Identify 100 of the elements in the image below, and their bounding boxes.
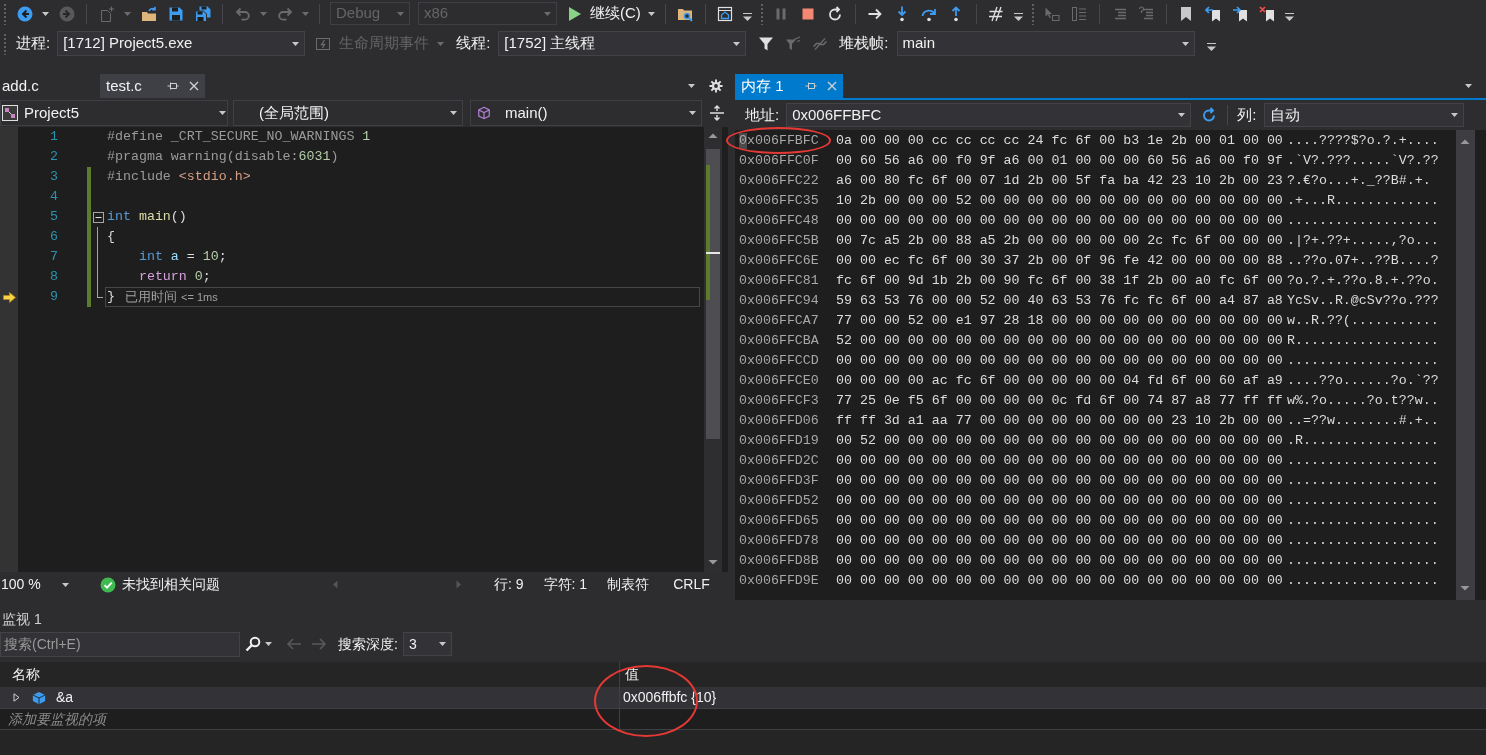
close-icon[interactable] [189, 81, 199, 91]
toolbar-options-icon[interactable] [743, 12, 753, 21]
settings-icon[interactable] [709, 79, 723, 93]
toolbar-options-icon[interactable] [1207, 42, 1216, 51]
caret-icon [437, 41, 445, 46]
indent-indicator[interactable]: 制表符 [607, 574, 650, 595]
caret-icon[interactable] [265, 642, 272, 646]
thread-dropdown[interactable]: [1752] 主线程 [498, 31, 747, 56]
memory-ascii: w%.?o.....?o.t??w.. [1287, 392, 1439, 411]
memory-ascii: ....????$?o.?.+.... [1287, 132, 1439, 151]
memory-address: 0x006FFC48 [739, 212, 820, 231]
panel-title: 监视 1 [2, 609, 42, 629]
scroll-down-icon[interactable] [1460, 585, 1470, 592]
line-number: 2 [49, 148, 58, 166]
memory-address: 0x006FFC94 [739, 292, 820, 311]
memory-ascii: .|?+.??+.....,?o... [1287, 232, 1439, 251]
cube-icon [32, 690, 46, 705]
memory-ascii: ?o.?.+.??o.8.+.??o. [1287, 272, 1439, 291]
code-line: #pragma warning(disable:6031) [107, 148, 339, 166]
line-number: 1 [49, 128, 58, 146]
collapse-icon[interactable] [92, 211, 104, 223]
code-line: int a = 10; [137, 248, 227, 266]
stack-frame-dropdown[interactable]: main [896, 31, 1195, 56]
memory-address: 0x006FFD2C [739, 452, 820, 471]
caret-icon[interactable] [1465, 84, 1472, 88]
column-header[interactable]: 名称 [12, 664, 40, 685]
caret-icon [292, 41, 300, 46]
line-number: 3 [49, 168, 58, 186]
scope-dropdown[interactable]: (全局范围) [233, 100, 463, 126]
columns-dropdown[interactable]: 自动 [1264, 103, 1465, 127]
scrollbar[interactable] [1456, 130, 1475, 600]
split-icon[interactable] [709, 105, 725, 121]
expand-icon[interactable] [13, 693, 20, 702]
refresh-icon[interactable] [1201, 107, 1218, 123]
bookmark-left-arrow-icon[interactable] [1205, 5, 1222, 22]
memory-address: 0x006FFC81 [739, 272, 820, 291]
line-indicator[interactable]: 行: 9 [494, 574, 524, 595]
memory-address: 0x006FFCCD [739, 352, 820, 371]
address-field[interactable]: 0x006FFBFC [786, 103, 1192, 127]
toolbar-options-icon[interactable] [1285, 12, 1295, 21]
code-line: int main() [107, 208, 187, 226]
memory-bytes: 77 25 0e f5 6f 00 00 00 00 0c fd 6f 00 74 87 a8 77 ff ff [836, 392, 1283, 411]
file-tab[interactable]: add.c [0, 74, 100, 98]
filter-icon[interactable] [757, 35, 774, 52]
save-icon[interactable] [167, 5, 184, 22]
scroll-up-icon[interactable] [1460, 138, 1470, 145]
scroll-down-icon[interactable] [708, 559, 718, 566]
memory-bytes: 00 00 00 00 00 00 00 00 00 00 00 00 00 00 00 00 00 00 00 [836, 452, 1283, 471]
save-all-icon[interactable] [194, 5, 211, 22]
play-icon [568, 5, 582, 22]
memory-ascii: ................... [1287, 512, 1439, 531]
memory-address: 0x006FFD8B [739, 552, 820, 571]
memory-bytes: 00 7c a5 2b 00 88 a5 2b 00 00 00 00 00 2c fc 6f 00 00 00 [836, 232, 1283, 251]
caret-icon[interactable] [688, 84, 695, 88]
memory-bytes: 00 00 00 00 00 00 00 00 00 00 00 00 00 00 00 00 00 00 00 [836, 492, 1283, 511]
window-house-icon[interactable] [717, 5, 734, 22]
member-dropdown[interactable]: main() [470, 100, 702, 126]
process-label: 进程: [16, 33, 51, 54]
hash-icon[interactable] [988, 5, 1005, 22]
search-icon[interactable] [245, 636, 261, 652]
process-dropdown[interactable]: [1712] Project5.exe [57, 31, 306, 56]
scroll-up-icon[interactable] [708, 132, 718, 139]
memory-bytes: 00 00 00 00 ac fc 6f 00 00 00 00 00 04 fd 6f 00 60 af a9 [836, 372, 1283, 391]
back-icon[interactable] [16, 5, 33, 22]
issues-status[interactable]: 未找到相关问题 [100, 574, 220, 595]
memory-ascii: ..??o.07+..??B....? [1287, 252, 1439, 271]
memory-ascii: .R................. [1287, 432, 1439, 451]
pin-icon[interactable] [805, 80, 817, 92]
search-field[interactable]: 搜索(Ctrl+E) [0, 631, 240, 657]
caret-icon[interactable] [647, 11, 655, 16]
search-depth-dropdown[interactable]: 3 [402, 632, 452, 656]
memory-ascii: ................... [1287, 352, 1439, 371]
caret-icon [1178, 113, 1186, 117]
memory-bytes: a6 00 80 fc 6f 00 07 1d 2b 00 5f fa ba 42 23 10 2b 00 23 [836, 172, 1283, 191]
pin-icon[interactable] [167, 80, 179, 92]
caret-icon[interactable] [42, 11, 49, 16]
add-watch-field[interactable]: 添加要监视的项 [0, 708, 1486, 730]
column-header[interactable]: 值 [625, 664, 639, 685]
line-ending-indicator[interactable]: CRLF [673, 574, 710, 595]
close-icon[interactable] [827, 81, 837, 91]
memory-bytes: 52 00 00 00 00 00 00 00 00 00 00 00 00 00 00 00 00 00 00 [836, 332, 1283, 351]
memory-bytes: ff ff 3d a1 aa 77 00 00 00 00 00 00 00 00 23 10 2b 00 00 [836, 412, 1283, 431]
bookmark-cross-icon[interactable] [1259, 5, 1276, 22]
folder-arrow-icon[interactable] [140, 5, 157, 22]
zoom-dropdown[interactable]: 100 % [0, 575, 72, 594]
memory-address: 0x006FFD19 [739, 432, 820, 451]
column-indicator[interactable]: 字符: 1 [543, 574, 588, 595]
search-depth-label: 搜索深度: [338, 634, 398, 654]
memory-tab[interactable]: 内存 1 [735, 74, 843, 98]
code-line: } [107, 288, 115, 306]
memory-ascii: .`V?.???.....`V?.?? [1287, 152, 1439, 171]
continue-button[interactable]: 继续(C) [565, 2, 644, 25]
toolbar-options-icon[interactable] [1014, 12, 1024, 21]
project-dropdown[interactable]: Project5 [0, 100, 228, 126]
memory-bytes: 00 00 00 00 00 00 00 00 00 00 00 00 00 00 00 00 00 00 00 [836, 532, 1283, 551]
line-number: 5 [49, 208, 58, 226]
file-tab[interactable]: test.c [100, 74, 205, 98]
bookmark-right-arrow-icon[interactable] [1232, 5, 1249, 22]
code-line: { [107, 228, 115, 246]
restart-icon[interactable] [827, 5, 844, 22]
